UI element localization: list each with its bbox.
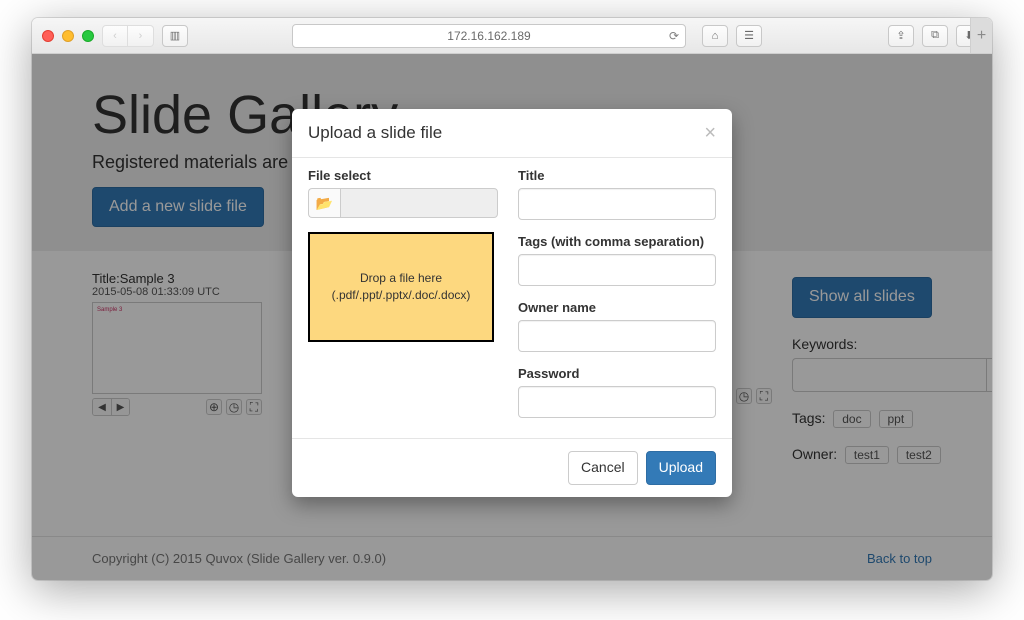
window-traffic-lights bbox=[42, 30, 94, 42]
home-button[interactable] bbox=[702, 25, 728, 47]
owner-field-label: Owner name bbox=[518, 300, 716, 315]
tags-input[interactable] bbox=[518, 254, 716, 286]
page-viewport: Slide Gallery Registered materials are c… bbox=[32, 54, 992, 580]
window-zoom-icon[interactable] bbox=[82, 30, 94, 42]
password-label: Password bbox=[518, 366, 716, 381]
window-close-icon[interactable] bbox=[42, 30, 54, 42]
folder-icon bbox=[316, 195, 333, 212]
window-minimize-icon[interactable] bbox=[62, 30, 74, 42]
browser-window: 172.16.162.189 + Slide Gallery Registere… bbox=[32, 18, 992, 580]
file-select-label: File select bbox=[308, 168, 498, 183]
share-icon bbox=[896, 29, 905, 42]
upload-modal: Upload a slide file × File select Drop a… bbox=[292, 109, 732, 497]
file-path-display bbox=[340, 188, 498, 218]
file-browse-button[interactable] bbox=[308, 188, 340, 218]
modal-header: Upload a slide file × bbox=[292, 109, 732, 158]
tabs-icon bbox=[931, 29, 939, 42]
dropzone-line2: (.pdf/.ppt/.pptx/.doc/.docx) bbox=[332, 287, 471, 304]
modal-right-column: Title Tags (with comma separation) Owner… bbox=[518, 168, 716, 432]
sidebar-toggle-button[interactable] bbox=[162, 25, 188, 47]
home-icon bbox=[712, 30, 719, 42]
modal-close-button[interactable]: × bbox=[704, 123, 716, 143]
bookmarks-button[interactable] bbox=[736, 25, 762, 47]
title-input[interactable] bbox=[518, 188, 716, 220]
nav-back-button[interactable] bbox=[102, 25, 128, 47]
chevron-left-icon bbox=[113, 30, 117, 42]
share-button[interactable] bbox=[888, 25, 914, 47]
url-field[interactable]: 172.16.162.189 bbox=[292, 24, 686, 48]
tabs-button[interactable] bbox=[922, 25, 948, 47]
file-select-row bbox=[308, 188, 498, 218]
file-dropzone[interactable]: Drop a file here (.pdf/.ppt/.pptx/.doc/.… bbox=[308, 232, 494, 342]
owner-input[interactable] bbox=[518, 320, 716, 352]
url-text: 172.16.162.189 bbox=[447, 29, 530, 43]
modal-title: Upload a slide file bbox=[308, 123, 442, 143]
nav-back-forward bbox=[102, 25, 154, 47]
modal-left-column: File select Drop a file here (.pdf/.ppt/… bbox=[308, 168, 498, 432]
chevron-right-icon bbox=[139, 30, 143, 42]
tags-field-label: Tags (with comma separation) bbox=[518, 234, 716, 249]
modal-body: File select Drop a file here (.pdf/.ppt/… bbox=[292, 158, 732, 438]
modal-footer: Cancel Upload bbox=[292, 438, 732, 497]
password-input[interactable] bbox=[518, 386, 716, 418]
upload-button[interactable]: Upload bbox=[646, 451, 716, 485]
browser-titlebar: 172.16.162.189 + bbox=[32, 18, 992, 54]
new-tab-button[interactable]: + bbox=[970, 18, 992, 53]
cancel-button[interactable]: Cancel bbox=[568, 451, 638, 485]
list-icon bbox=[744, 29, 754, 42]
panel-icon bbox=[170, 29, 180, 42]
nav-forward-button[interactable] bbox=[128, 25, 154, 47]
reload-icon[interactable] bbox=[669, 29, 679, 43]
title-label: Title bbox=[518, 168, 716, 183]
dropzone-line1: Drop a file here bbox=[332, 270, 471, 287]
